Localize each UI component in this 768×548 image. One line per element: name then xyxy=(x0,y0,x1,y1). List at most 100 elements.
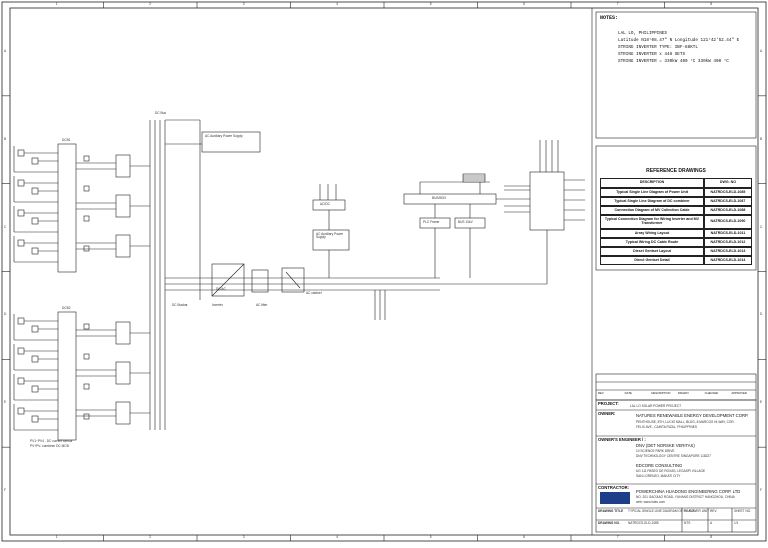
ac-aux-label-2: AC Auxiliary Power Supply xyxy=(316,232,344,240)
revision-header-cell: DATE xyxy=(624,391,632,395)
reference-row-description: Direct Gentset Detail xyxy=(600,256,704,265)
revision-header-cell: DESCRIPTION xyxy=(651,391,671,395)
ac-dc-label: AC/DC xyxy=(320,202,330,206)
sensor-module xyxy=(83,413,90,420)
revision-header-cell: DRAWN xyxy=(678,391,689,395)
project-name: LAL LO SOLAR POWER PROJECT xyxy=(630,404,682,408)
contractor-logo xyxy=(600,492,630,504)
pv-string-module xyxy=(31,415,39,423)
consultant-label: OWNER'S ENGINEER / : xyxy=(598,437,646,442)
reference-row-description: Typical Single Line Diagram of Power Uni… xyxy=(600,188,704,197)
inverter-label: Inverter xyxy=(212,303,223,307)
mppt-unit xyxy=(115,361,131,385)
grid-column-label: 2 xyxy=(149,535,152,539)
dc-bus-label: DC Bus xyxy=(155,111,166,115)
grid-column-label: 6 xyxy=(523,2,526,6)
grid-column-label: 7 xyxy=(616,535,619,539)
contractor-web: web: www.hdec.com xyxy=(636,500,666,504)
grid-row-label: F xyxy=(760,488,762,493)
contractor-label: CONTRACTOR: xyxy=(598,485,630,490)
reference-row-number: NATRDCS-ELD-1085 xyxy=(704,188,752,197)
owner-label: OWNER: xyxy=(598,411,616,416)
drawing-sheet: 1 1 2 2 3 3 4 4 5 5 6 6 7 7 8 8 A A B B C C D D E E F F DC Bus AC A… xyxy=(0,0,768,543)
reference-row-number: NATRDCS-ELD-1012 xyxy=(704,238,752,247)
drawing-title-label: DRAWING TITLE xyxy=(598,509,624,513)
project-label: PROJECT: xyxy=(598,401,619,406)
grid-row-label: C xyxy=(4,224,7,229)
grid-row-label: B xyxy=(4,136,7,141)
notes-line: Latitude N18°08.47" N Longitude 121°42'5… xyxy=(618,38,740,43)
pv-string-module xyxy=(17,209,25,217)
reference-row-description: Typical Single Line Diagram of DC combin… xyxy=(600,197,704,206)
reference-row-description: Diesel Gentset Layout xyxy=(600,247,704,256)
mppt-unit xyxy=(115,194,131,218)
drawing-title: TYPICAL SINGLE LINE DIAGRAM OF PV POWER … xyxy=(628,509,710,513)
dc-footnote-2: PV+PV- combiner DC MCB xyxy=(30,444,69,448)
reference-row-number: NATRDCS-ELD-1011 xyxy=(704,229,752,238)
reference-row-description: Array Wiring Layout xyxy=(600,229,704,238)
owner-address-1: PENTHOUSE, 8TH, LUCIO MALL, BLDG, 8 MARC… xyxy=(636,420,735,424)
consultant-1-address-1: 10 SCIENCE PARK DRIVE xyxy=(636,449,675,453)
pv-string-module xyxy=(17,347,25,355)
pv-string-module xyxy=(17,377,25,385)
reference-col-number: DWG. NO xyxy=(704,178,752,188)
grid-row-label: E xyxy=(4,400,7,405)
sensor-module xyxy=(83,245,90,252)
consultant-1-address-2: DNV TECHNOLOGY CENTRE SINGAPORE 118227 xyxy=(636,454,711,458)
drawing-no: NATRDCS-ELD-1085 xyxy=(628,521,659,525)
sensor-module xyxy=(83,353,90,360)
contractor-address: NO. 201 GAOJIAO ROAD, YUHANG DISTRICT HA… xyxy=(636,495,735,499)
mppt-unit xyxy=(115,401,131,425)
pv-string-groups xyxy=(13,146,90,431)
grid-column-label: 5 xyxy=(429,2,432,6)
sensor-module xyxy=(83,215,90,222)
notes-line: STRING INVERTER = 330kW 400 °C 330kW 400… xyxy=(618,59,729,64)
sheet-label: SHEET NO. xyxy=(734,509,752,513)
pv-string-module xyxy=(31,355,39,363)
consultant-2-address-1: UG 111 PASEO DE ROXAS, LEGASPI VILLAGE xyxy=(636,469,706,473)
pv-string-module xyxy=(17,317,25,325)
grid-column-label: 1 xyxy=(55,535,58,539)
bus-box-label: BUS/BOX xyxy=(432,196,447,200)
grid-row-label: F xyxy=(4,488,6,493)
ac-cabinet-label: AC cabinet xyxy=(306,291,322,295)
reference-col-description: DESCRIPTION xyxy=(600,178,704,188)
pv-string-module xyxy=(17,179,25,187)
notes-line: STRING INVERTER x 448 SETS xyxy=(618,52,686,57)
pv-string-module xyxy=(31,157,39,165)
reference-row-description: Typical Wiring DC Cable Route xyxy=(600,238,704,247)
pv-string-module xyxy=(31,385,39,393)
plc-frame-label: PLC Frame xyxy=(423,220,440,224)
consultant-1: DNV (DET NORSKE VERITAS) xyxy=(636,443,695,448)
scale-label: SCALE xyxy=(684,509,695,513)
owner-name: NATURES RENEWABLE ENERGY DEVELOPMENT COR… xyxy=(636,413,749,418)
rev-value: A xyxy=(710,521,713,525)
pv-string-module xyxy=(17,407,25,415)
grid-column-label: 3 xyxy=(242,2,245,6)
grid-column-label: 8 xyxy=(710,2,713,6)
grid-column-label: 4 xyxy=(336,2,339,6)
reference-row-number: NATRDCS-ELD-1087 xyxy=(704,197,752,206)
notes-title: NOTES: xyxy=(600,15,619,21)
sensor-module xyxy=(83,323,90,330)
revision-table xyxy=(595,373,757,401)
reference-row-description: Typical Connection Diagram for Wiring In… xyxy=(600,215,704,229)
dc-busbar-label: DC Busbar xyxy=(172,303,188,307)
ac-filter-block xyxy=(251,269,269,293)
dc-combiner-box-1 xyxy=(57,143,77,273)
dcb1-label: DCB1 xyxy=(62,138,71,142)
pv-string-module xyxy=(31,325,39,333)
grid-column-label: 7 xyxy=(616,2,619,6)
communication-device-box xyxy=(529,171,565,231)
pv-string-module xyxy=(31,217,39,225)
inverter-block-label: DC/AC xyxy=(216,287,226,291)
ac-aux-label-1: AC Auxiliary Power Supply xyxy=(205,134,243,138)
grid-column-label: 2 xyxy=(149,2,152,6)
mppt-unit xyxy=(115,154,131,178)
grid-row-label: E xyxy=(760,400,763,405)
revision-header-cell: CHECKED xyxy=(704,391,719,395)
bus-box xyxy=(403,193,497,205)
dc-combiner-box-2 xyxy=(57,311,77,441)
contractor-name: POWERCHINA HUADONG ENGINEERING CORP. LTD xyxy=(636,489,741,494)
reference-row-description: Connection Diagram of MV Collection Cabl… xyxy=(600,206,704,215)
